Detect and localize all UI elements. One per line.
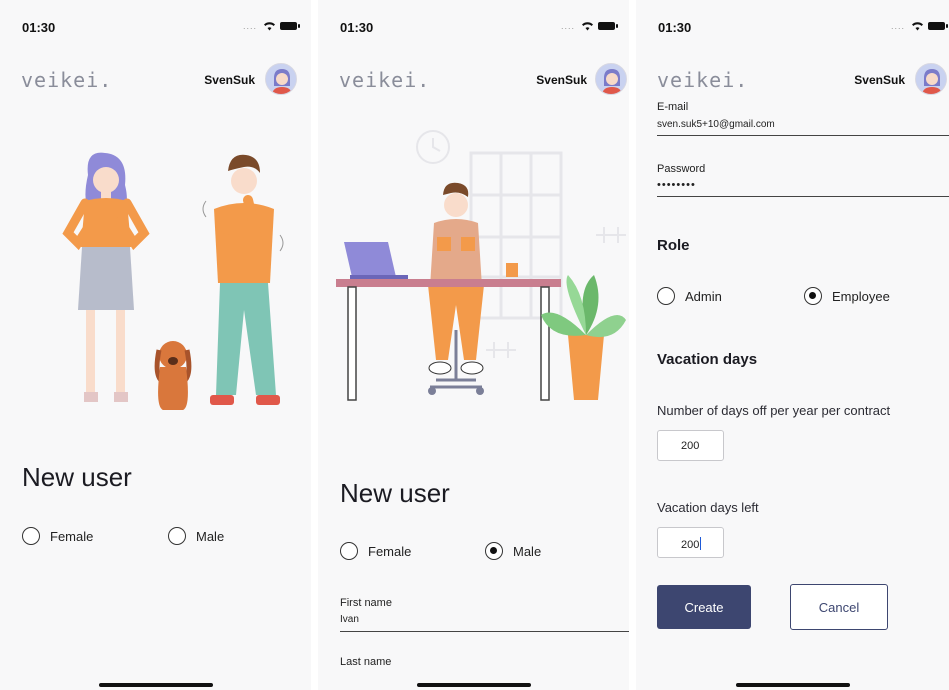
radio-icon[interactable]: [485, 542, 503, 560]
avatar[interactable]: [915, 63, 947, 95]
signal-icon: ....: [560, 21, 575, 31]
gender-male-label: Male: [513, 543, 542, 559]
create-button[interactable]: Create: [657, 585, 751, 629]
first-name-field[interactable]: Ivan: [340, 614, 359, 625]
first-name-label: First name: [340, 597, 392, 609]
email-underline: [657, 135, 949, 136]
avatar[interactable]: [265, 63, 297, 95]
days-left-input[interactable]: 200: [657, 527, 724, 558]
password-label: Password: [657, 163, 706, 175]
radio-icon[interactable]: [657, 287, 675, 305]
home-indicator: [98, 683, 213, 687]
last-name-label: Last name: [340, 656, 392, 668]
user-name[interactable]: SvenSuk: [204, 73, 255, 87]
text-caret: [700, 537, 702, 550]
radio-icon[interactable]: [340, 542, 358, 560]
gender-male-option[interactable]: Male: [485, 542, 541, 560]
days-per-year-value: 200: [681, 440, 700, 452]
days-per-year-input[interactable]: 200: [657, 430, 724, 461]
role-employee-label: Employee: [832, 288, 890, 304]
screen-gender-select: 01:30 .... veikei. SvenSuk New user Fema…: [0, 0, 311, 690]
gender-female-option[interactable]: Female: [340, 542, 411, 560]
gender-female-option[interactable]: Female: [22, 527, 93, 545]
screen-role-vacation: 01:30 .... veikei. SvenSuk E-mail sven.s…: [636, 0, 949, 690]
gender-female-label: Female: [368, 543, 412, 559]
wifi-icon: [582, 22, 593, 31]
role-admin-label: Admin: [685, 288, 722, 304]
signal-icon: ....: [890, 21, 905, 31]
cancel-button[interactable]: Cancel: [790, 584, 888, 630]
days-per-year-label: Number of days off per year per contract: [657, 403, 891, 418]
password-field[interactable]: ••••••••: [657, 179, 696, 191]
gender-female-label: Female: [50, 528, 94, 544]
screen-user-details: 01:30 .... veikei. SvenSuk New user Fema…: [318, 0, 629, 690]
app-logo[interactable]: veikei.: [657, 68, 748, 92]
app-logo[interactable]: veikei.: [339, 68, 430, 92]
status-icons: ....: [560, 21, 618, 31]
app-logo[interactable]: veikei.: [21, 68, 112, 92]
first-name-underline: [340, 631, 629, 632]
home-indicator: [735, 683, 850, 687]
page-title: New user: [340, 478, 450, 508]
password-underline: [657, 196, 949, 197]
status-icons: ....: [890, 21, 948, 31]
user-name[interactable]: SvenSuk: [854, 73, 905, 87]
radio-icon[interactable]: [22, 527, 40, 545]
battery-icon: [280, 22, 300, 30]
gender-male-label: Male: [196, 528, 225, 544]
battery-icon: [598, 22, 618, 30]
role-title: Role: [657, 237, 690, 254]
status-time: 01:30: [658, 20, 692, 35]
user-name[interactable]: SvenSuk: [536, 73, 587, 87]
vacation-title: Vacation days: [657, 351, 758, 368]
radio-icon[interactable]: [804, 287, 822, 305]
gender-male-option[interactable]: Male: [168, 527, 224, 545]
avatar[interactable]: [595, 63, 627, 95]
email-label: E-mail: [657, 101, 689, 113]
days-left-label: Vacation days left: [657, 500, 759, 515]
status-icons: ....: [242, 21, 300, 31]
wifi-icon: [264, 22, 275, 31]
office-desk-illustration: [336, 130, 626, 401]
role-employee-option[interactable]: Employee: [804, 287, 890, 305]
role-admin-option[interactable]: Admin: [657, 287, 722, 305]
page-title: New user: [22, 462, 132, 492]
home-indicator: [416, 683, 531, 687]
battery-icon: [928, 22, 948, 30]
people-dog-illustration: [62, 152, 284, 410]
email-field[interactable]: sven.suk5+10@gmail.com: [657, 119, 775, 130]
signal-icon: ....: [242, 21, 257, 31]
status-time: 01:30: [22, 20, 56, 35]
wifi-icon: [912, 22, 923, 31]
status-time: 01:30: [340, 20, 374, 35]
radio-icon[interactable]: [168, 527, 186, 545]
days-left-value: 200: [681, 539, 700, 551]
